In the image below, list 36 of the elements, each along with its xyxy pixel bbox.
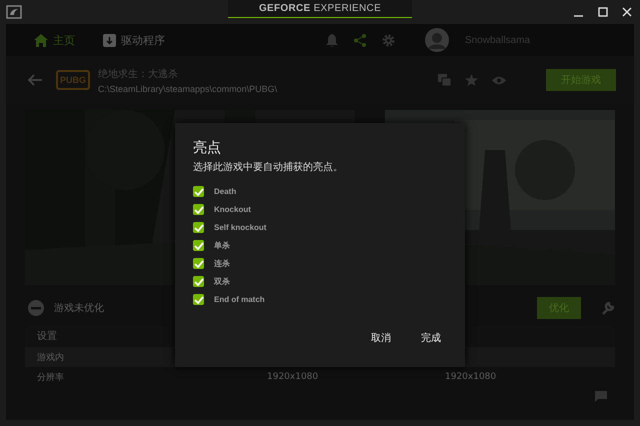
maximize-icon[interactable] <box>598 7 608 17</box>
home-icon <box>34 34 48 46</box>
checkbox[interactable] <box>193 240 204 251</box>
checkbox[interactable] <box>193 294 204 305</box>
close-icon[interactable] <box>622 7 632 17</box>
dialog-button[interactable]: 完成 <box>415 329 447 347</box>
option-label: End of match <box>214 295 265 304</box>
option-label: Knockout <box>214 205 251 214</box>
checkbox[interactable] <box>193 258 204 269</box>
column-header: 设置 <box>37 330 57 343</box>
option-label: Self knockout <box>214 223 266 232</box>
dialog-description: 选择此游戏中要自动捕获的亮点。 <box>193 160 343 174</box>
dialog-title: 亮点 <box>193 139 221 157</box>
brand-name: GEFORCE EXPERIENCE <box>258 3 382 14</box>
game-path: C:\SteamLibrary\steamapps\common\PUBG\ <box>98 84 278 94</box>
optimization-status: 游戏未优化 <box>54 302 104 315</box>
table-cell-text: 1920x1080 <box>267 372 320 382</box>
nav-tab[interactable]: 驱动程序 <box>103 32 177 48</box>
app-icon <box>6 5 22 19</box>
option-label: 连杀 <box>214 258 230 269</box>
checkbox[interactable] <box>193 204 204 215</box>
minus-circle-icon <box>28 300 44 316</box>
checkbox[interactable] <box>193 186 204 197</box>
star-icon[interactable] <box>465 74 478 86</box>
option-label: 单杀 <box>214 240 230 251</box>
game-logo: PUBG <box>56 70 90 90</box>
checkbox[interactable] <box>193 276 204 287</box>
nav-tab[interactable]: 主页 <box>34 32 87 48</box>
table-cell-text: 分辨率 <box>37 372 65 384</box>
checkbox[interactable] <box>193 222 204 233</box>
option-label: 双杀 <box>214 276 230 287</box>
table-cell-text: 1920x1080 <box>445 372 498 382</box>
dialog-button[interactable]: 取消 <box>365 329 397 347</box>
option-label: Death <box>214 187 236 196</box>
table-cell-text: 游戏内 <box>37 352 65 364</box>
download-icon <box>103 34 116 46</box>
